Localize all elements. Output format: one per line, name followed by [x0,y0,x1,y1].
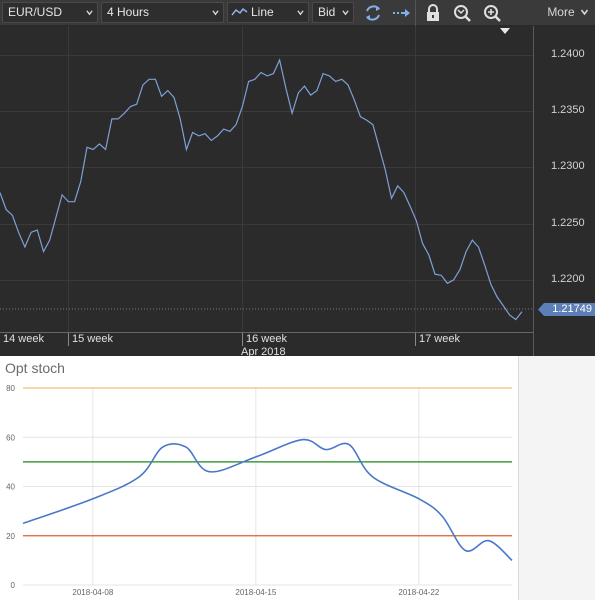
chevron-down-icon [342,10,349,16]
stoch-y-tick: 60 [6,433,15,442]
stoch-y-tick: 40 [6,483,15,492]
price-tick: 1.2200 [551,273,585,285]
side-panel [518,356,595,600]
crosshair-icon[interactable] [450,1,474,25]
price-chart[interactable]: 1.2400 1.2350 1.2300 1.2250 1.2200 1.217… [0,26,595,358]
week-label: 16 week [242,333,287,346]
week-label: 14 week [3,333,44,345]
more-menu[interactable]: More [547,2,589,23]
chevron-down-icon [86,10,93,16]
stoch-y-tick: 20 [6,532,15,541]
price-line-plot [0,28,533,321]
price-series-line [0,58,523,321]
stoch-panel: Opt stoch 0 20 40 60 80 2018-04-08 2018-04-15 2… [0,356,518,600]
stoch-x-tick: 2018-04-15 [235,588,276,597]
chart-toolbar: EUR/USD 4 Hours Line Bid More [0,0,595,26]
price-tick: 1.2350 [551,104,585,116]
zoom-in-icon[interactable] [480,1,504,25]
time-axis: 14 week 15 week 16 week 17 week Apr 2018 [0,332,533,358]
stoch-x-tick: 2018-04-22 [398,588,439,597]
period-select[interactable]: 4 Hours [101,2,224,23]
chart-type-select[interactable]: Line [227,2,309,23]
instrument-select[interactable]: EUR/USD [2,2,98,23]
chevron-down-icon [212,10,219,16]
current-price-badge: 1.21749 [538,303,595,316]
price-tick: 1.2400 [551,48,585,60]
side-label: Bid [318,5,336,19]
stoch-x-tick: 2018-04-08 [72,588,113,597]
toolbar-divider [415,0,416,26]
scroll-marker-icon[interactable] [500,28,510,34]
side-select[interactable]: Bid [312,2,354,23]
refresh-icon[interactable] [361,1,385,25]
more-label: More [547,5,575,19]
lock-icon[interactable] [421,1,445,25]
price-tick: 1.2300 [551,160,585,172]
stoch-plot: 0 20 40 60 80 2018-04-08 2018-04-15 2018-04-22 [6,384,513,597]
stoch-series-line [22,438,513,562]
autoscroll-icon[interactable] [390,1,414,25]
chart-type-label: Line [251,5,274,19]
stoch-y-tick: 80 [6,384,15,393]
instrument-label: EUR/USD [8,5,63,19]
price-axis-divider [533,26,534,356]
stoch-y-tick: 0 [11,581,16,590]
price-tick: 1.2250 [551,217,585,229]
week-label: 15 week [68,333,113,346]
period-label: 4 Hours [107,5,150,19]
line-chart-icon [231,7,248,16]
chevron-down-icon [580,9,589,16]
week-label: 17 week [415,333,460,346]
chevron-down-icon [297,10,304,16]
